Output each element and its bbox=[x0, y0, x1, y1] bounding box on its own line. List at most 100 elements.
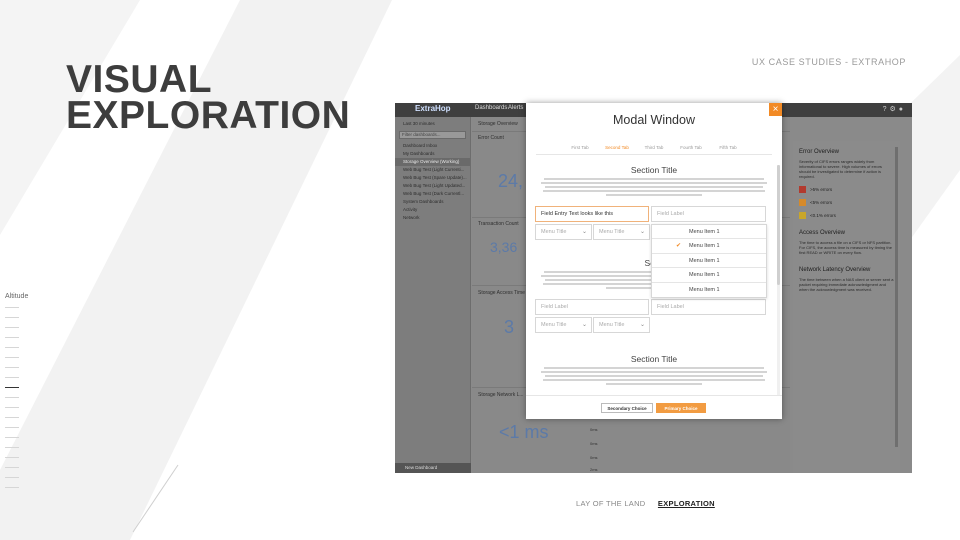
latency-overview-heading: Network Latency Overview bbox=[799, 267, 871, 273]
tab-divider bbox=[536, 154, 772, 155]
legend-item: <5% errors bbox=[793, 196, 900, 209]
tab-second[interactable]: Second Tab bbox=[599, 145, 636, 150]
legend-item: >5% errors bbox=[793, 183, 900, 196]
altitude-tick bbox=[5, 407, 19, 408]
access-overview-heading: Access Overview bbox=[799, 230, 846, 236]
toolbar-icons: ?⚙● bbox=[883, 105, 906, 113]
altitude-tick bbox=[5, 377, 19, 378]
nav-lay-of-the-land[interactable]: LAY OF THE LAND bbox=[576, 499, 646, 508]
slide: VISUAL EXPLORATION UX CASE STUDIES - EXT… bbox=[0, 0, 960, 540]
section-body-text bbox=[540, 367, 768, 387]
new-dashboard-button[interactable]: New Dashboard bbox=[395, 463, 471, 473]
error-overview-text: Severity of CIFS errors ranges widely fr… bbox=[799, 159, 882, 179]
sidebar-item[interactable]: Web Bug Test (Light Updated... bbox=[395, 182, 470, 190]
title-line-1: VISUAL bbox=[66, 58, 213, 101]
altitude-tick bbox=[5, 357, 19, 358]
tab-first[interactable]: First Tab bbox=[562, 145, 599, 150]
altitude-tick bbox=[5, 457, 19, 458]
panel-value: 24, bbox=[498, 171, 524, 191]
menu-select[interactable]: Menu Title ⌄ bbox=[535, 224, 592, 240]
menu-item-label: Menu Item 1 bbox=[689, 257, 720, 264]
axis-label: 0ms bbox=[590, 441, 598, 446]
altitude-tick bbox=[5, 367, 19, 368]
select-label: Menu Title bbox=[541, 322, 567, 328]
tab-dashboards[interactable]: Dashboards bbox=[475, 105, 507, 111]
text-field[interactable]: Field Label bbox=[535, 299, 649, 315]
tab-fourth[interactable]: Fourth Tab bbox=[673, 145, 710, 150]
dashboard-filter-input[interactable]: Filter dashboards... bbox=[399, 131, 466, 139]
sidebar: Last 30 minutes Filter dashboards... Das… bbox=[395, 117, 471, 473]
legend-label: >5% errors bbox=[810, 187, 833, 192]
altitude-tick bbox=[5, 317, 19, 318]
altitude-tick bbox=[5, 307, 19, 308]
axis-label: 2ms bbox=[590, 467, 598, 472]
panel-value: 3,36 bbox=[490, 239, 518, 255]
altitude-tick bbox=[5, 337, 19, 338]
menu-item[interactable]: Menu Item 1 bbox=[652, 254, 766, 269]
case-study-kicker: UX CASE STUDIES - EXTRAHOP bbox=[751, 57, 906, 67]
sidebar-item[interactable]: Web Bug Test (Dark Currentl... bbox=[395, 190, 470, 198]
panel-label: Error Count bbox=[478, 135, 504, 141]
tab-third[interactable]: Third Tab bbox=[636, 145, 673, 150]
modal-scrollbar[interactable] bbox=[777, 165, 780, 395]
section-body-text bbox=[540, 178, 768, 198]
legend-swatch bbox=[799, 212, 806, 219]
tab-fifth[interactable]: Fifth Tab bbox=[710, 145, 747, 150]
text-field[interactable]: Field Label bbox=[651, 299, 766, 315]
secondary-choice-button[interactable]: Secondary Choice bbox=[601, 403, 653, 413]
menu-select[interactable]: Menu Title ⌄ bbox=[593, 317, 650, 333]
slide-title: VISUAL EXPLORATION bbox=[66, 58, 351, 137]
chevron-down-icon: ⌄ bbox=[581, 322, 587, 328]
menu-item[interactable]: Menu Item 1 bbox=[652, 283, 766, 297]
menu-item-selected[interactable]: ✔ Menu Item 1 bbox=[652, 239, 766, 254]
sidebar-item[interactable]: Web Bug Test (Spare Update)... bbox=[395, 174, 470, 182]
sidebar-item[interactable]: Dashboard Inbox bbox=[395, 142, 470, 150]
chevron-down-icon: ⌄ bbox=[639, 322, 645, 328]
section-title: Section Title bbox=[630, 354, 678, 364]
time-range-selector[interactable]: Last 30 minutes bbox=[395, 120, 470, 128]
settings-icon[interactable]: ⚙ bbox=[889, 106, 898, 113]
checkmark-icon: ✔ bbox=[676, 243, 682, 250]
text-field[interactable]: Field Entry Text looks like this bbox=[535, 206, 649, 222]
select-label: Menu Title bbox=[599, 229, 625, 235]
latency-overview-text: The time between when a NAS client or se… bbox=[799, 277, 894, 292]
tab-alerts[interactable]: Alerts bbox=[508, 105, 523, 111]
info-panel-scrollbar[interactable] bbox=[895, 147, 898, 447]
menu-item-label: Menu Item 1 bbox=[689, 229, 720, 235]
menu-item[interactable]: Menu Item 1 bbox=[652, 225, 766, 240]
altitude-tick bbox=[5, 447, 19, 448]
menu-select[interactable]: Menu Title ⌄ bbox=[593, 224, 650, 240]
select-label: Menu Title bbox=[541, 229, 567, 235]
section-title: Section Title bbox=[630, 165, 678, 175]
sidebar-item-selected[interactable]: Storage Overview (Working) bbox=[395, 158, 470, 166]
altitude-tick bbox=[5, 487, 19, 488]
modal-window: × Modal Window First Tab Second Tab Thir… bbox=[526, 103, 782, 419]
title-line-2: EXPLORATION bbox=[66, 94, 351, 137]
altitude-tick bbox=[5, 467, 19, 468]
sidebar-item[interactable]: System Dashboards bbox=[395, 198, 470, 206]
section-nav: LAY OF THE LAND EXPLORATION bbox=[576, 499, 725, 508]
modal-footer: Secondary Choice Primary Choice bbox=[526, 395, 782, 419]
nav-exploration[interactable]: EXPLORATION bbox=[658, 499, 715, 508]
sidebar-item[interactable]: My Dashboards bbox=[395, 150, 470, 158]
chevron-down-icon: ⌄ bbox=[581, 229, 587, 235]
brand-logo: ExtraHop bbox=[415, 104, 451, 113]
altitude-label: Altitude bbox=[5, 293, 29, 300]
menu-select[interactable]: Menu Title ⌄ bbox=[535, 317, 592, 333]
menu-item-label: Menu Item 1 bbox=[689, 272, 720, 279]
altitude-tick bbox=[5, 437, 19, 438]
text-field[interactable]: Field Label bbox=[651, 206, 766, 222]
altitude-tick bbox=[5, 327, 19, 328]
altitude-tick bbox=[5, 477, 19, 478]
sidebar-item[interactable]: Network bbox=[395, 214, 470, 222]
sidebar-item[interactable]: Web Bug Test (Light Currenti... bbox=[395, 166, 470, 174]
scrollbar-thumb[interactable] bbox=[777, 165, 780, 285]
menu-item[interactable]: Menu Item 1 bbox=[652, 268, 766, 283]
info-panel: Error Overview Severity of CIFS errors r… bbox=[793, 141, 900, 473]
sidebar-item[interactable]: Activity bbox=[395, 206, 470, 214]
user-icon[interactable]: ● bbox=[899, 106, 906, 113]
error-overview-heading: Error Overview bbox=[799, 149, 840, 155]
primary-choice-button[interactable]: Primary Choice bbox=[656, 403, 706, 413]
panel-value: <1 ms bbox=[499, 422, 549, 442]
panel-value: 3 bbox=[504, 317, 515, 337]
